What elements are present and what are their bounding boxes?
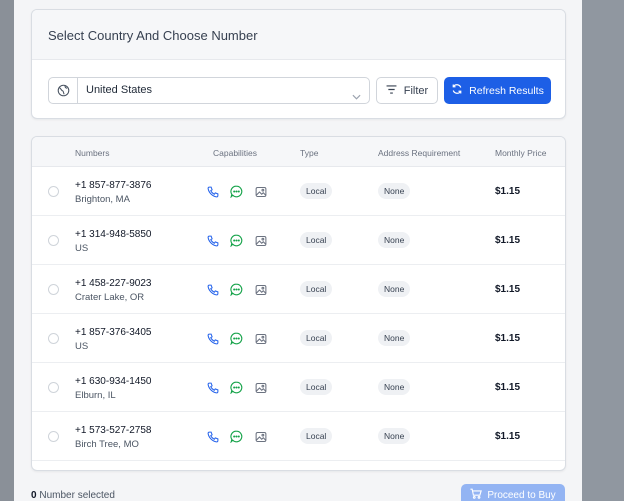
chevron-down-icon (352, 87, 361, 105)
refresh-icon (451, 83, 463, 98)
phone-number: +1 314-948-5850 (75, 229, 152, 240)
type-badge: Local (300, 428, 333, 444)
monthly-price: $1.15 (495, 431, 521, 442)
proceed-button-label: Proceed to Buy (487, 489, 556, 501)
type-badge: Local (300, 183, 333, 199)
modal-backdrop (0, 0, 14, 501)
filter-button[interactable]: Filter (376, 77, 438, 104)
table-header: Numbers Capabilities Type Address Requir… (32, 137, 565, 167)
address-requirement-badge: None (378, 281, 411, 297)
phone-number: +1 857-376-3405 (75, 327, 152, 338)
card-header: Select Country And Choose Number (32, 10, 565, 60)
type-badge: Local (300, 379, 333, 395)
column-header-type: Type (300, 148, 319, 158)
image-icon (253, 331, 268, 346)
number-location: US (75, 243, 89, 254)
filter-icon (386, 84, 397, 97)
image-icon (253, 233, 268, 248)
table-row[interactable]: +1 857-376-3405 US Local None $1.15 (32, 314, 565, 363)
address-requirement-badge: None (378, 183, 411, 199)
number-location: Birch Tree, MO (75, 439, 139, 450)
phone-number: +1 630-934-1450 (75, 376, 152, 387)
selection-count: 0 Number selected (31, 490, 115, 501)
filter-button-label: Filter (403, 84, 429, 97)
phone-icon (205, 233, 220, 248)
proceed-to-buy-button[interactable]: Proceed to Buy (461, 484, 565, 501)
table-row[interactable]: +1 857-877-3876 Brighton, MA Local None $1.1… (32, 167, 565, 216)
table-row[interactable]: +1 573-527-2758 Birch Tree, MO Local None $1… (32, 412, 565, 461)
phone-number: +1 857-877-3876 (75, 180, 152, 191)
buy-number-modal: Select Country And Choose Number United … (14, 0, 582, 501)
message-icon (229, 233, 244, 248)
table-row[interactable]: +1 458-227-9023 Crater Lake, OR Local None $… (32, 265, 565, 314)
message-icon (229, 331, 244, 346)
number-location: US (75, 341, 89, 352)
monthly-price: $1.15 (495, 284, 521, 295)
phone-icon (205, 429, 220, 444)
row-select-radio[interactable] (48, 333, 59, 344)
image-icon (253, 429, 268, 444)
number-location: Crater Lake, OR (75, 292, 145, 303)
address-requirement-badge: None (378, 379, 411, 395)
selected-count-label: Number selected (39, 490, 115, 501)
phone-icon (205, 184, 220, 199)
type-badge: Local (300, 281, 333, 297)
row-select-radio[interactable] (48, 235, 59, 246)
message-icon (229, 184, 244, 199)
modal-backdrop-right (582, 0, 624, 501)
monthly-price: $1.15 (495, 333, 521, 344)
address-requirement-badge: None (378, 428, 411, 444)
refresh-results-button[interactable]: Refresh Results (444, 77, 551, 104)
cart-icon (470, 488, 483, 501)
number-location: Elburn, IL (75, 390, 116, 401)
page-title: Select Country And Choose Number (48, 28, 258, 43)
column-header-capabilities: Capabilities (213, 148, 257, 158)
table-row[interactable]: +1 630-934-1450 Elburn, IL Local None $1.15 (32, 363, 565, 412)
phone-icon (205, 331, 220, 346)
table-row[interactable]: +1 314-948-5850 US Local None $1.15 (32, 216, 565, 265)
type-badge: Local (300, 232, 333, 248)
phone-number: +1 573-527-2758 (75, 425, 152, 436)
globe-icon (49, 78, 78, 103)
capabilities (205, 282, 268, 297)
capabilities (205, 331, 268, 346)
column-header-numbers: Numbers (75, 148, 110, 158)
selected-count-value: 0 (31, 490, 37, 501)
capabilities (205, 184, 268, 199)
phone-icon (205, 380, 220, 395)
row-select-radio[interactable] (48, 284, 59, 295)
monthly-price: $1.15 (495, 382, 521, 393)
capabilities (205, 380, 268, 395)
address-requirement-badge: None (378, 330, 411, 346)
column-header-price: Monthly Price (495, 148, 547, 158)
phone-icon (205, 282, 220, 297)
number-location: Brighton, MA (75, 194, 130, 205)
country-select-value: United States (86, 84, 153, 96)
message-icon (229, 380, 244, 395)
image-icon (253, 380, 268, 395)
column-header-address: Address Requirement (378, 148, 461, 158)
monthly-price: $1.15 (495, 186, 521, 197)
country-select[interactable]: United States (48, 77, 370, 104)
address-requirement-badge: None (378, 232, 411, 248)
row-select-radio[interactable] (48, 431, 59, 442)
capabilities (205, 429, 268, 444)
message-icon (229, 429, 244, 444)
type-badge: Local (300, 330, 333, 346)
monthly-price: $1.15 (495, 235, 521, 246)
image-icon (253, 184, 268, 199)
refresh-button-label: Refresh Results (469, 84, 544, 97)
phone-number: +1 458-227-9023 (75, 278, 152, 289)
message-icon (229, 282, 244, 297)
row-select-radio[interactable] (48, 382, 59, 393)
country-selection-card: Select Country And Choose Number United … (31, 9, 566, 119)
row-select-radio[interactable] (48, 186, 59, 197)
capabilities (205, 233, 268, 248)
numbers-table: Numbers Capabilities Type Address Requir… (31, 136, 566, 471)
image-icon (253, 282, 268, 297)
